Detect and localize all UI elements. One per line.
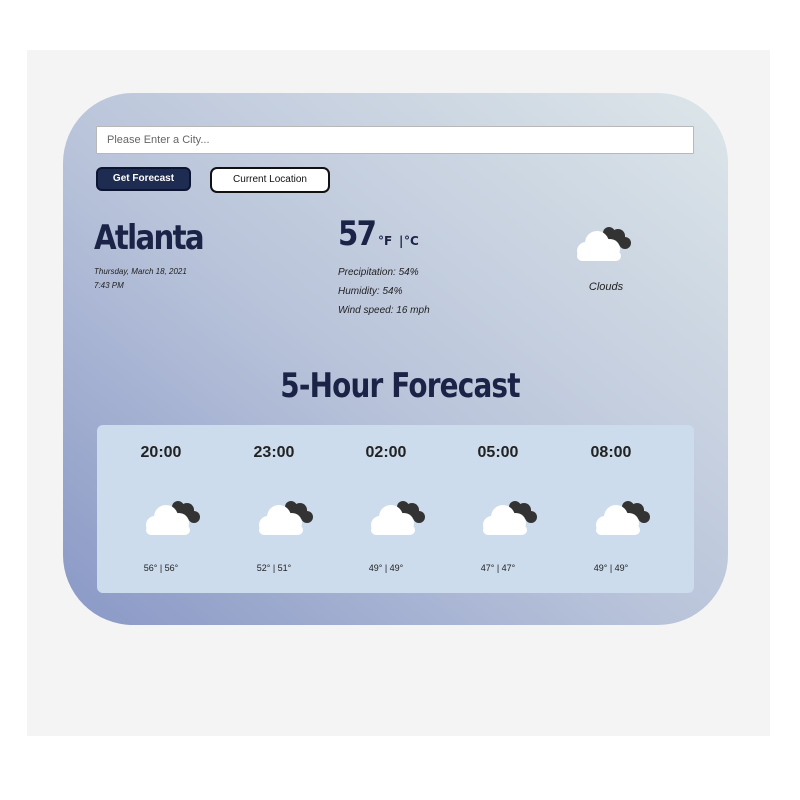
current-date: Thursday, March 18, 2021 <box>94 267 187 276</box>
cloudy-icon <box>483 501 537 535</box>
forecast-hour-temps: 47° | 47° <box>480 563 516 573</box>
forecast-hour-temps: 49° | 49° <box>368 563 404 573</box>
forecast-hour-temps: 56° | 56° <box>143 563 179 573</box>
cloudy-icon <box>146 501 200 535</box>
forecast-hour-time: 02:00 <box>365 444 407 461</box>
forecast-hour-temps: 49° | 49° <box>593 563 629 573</box>
humidity-text: Humidity: 54% <box>338 286 403 297</box>
forecast-hour-time: 05:00 <box>477 444 519 461</box>
celsius-toggle[interactable]: °C <box>404 234 419 248</box>
forecast-hour-time: 23:00 <box>253 444 295 461</box>
cloudy-icon <box>577 227 631 261</box>
forecast-heading: 5-Hour Forecast <box>280 366 520 406</box>
city-search-input[interactable] <box>96 126 694 154</box>
cloudy-icon <box>596 501 650 535</box>
cloudy-icon <box>371 501 425 535</box>
city-name: Atlanta <box>94 218 205 258</box>
cloudy-icon <box>259 501 313 535</box>
unit-separator: | <box>399 234 404 248</box>
fahrenheit-toggle[interactable]: °F <box>378 234 392 248</box>
forecast-hour-time: 08:00 <box>590 444 632 461</box>
current-temperature: 57 <box>338 214 377 254</box>
precipitation-text: Precipitation: 54% <box>338 267 419 278</box>
forecast-hour-time: 20:00 <box>140 444 182 461</box>
get-forecast-button[interactable]: Get Forecast <box>96 167 191 191</box>
current-location-button[interactable]: Current Location <box>210 167 330 193</box>
current-time: 7:43 PM <box>94 281 124 290</box>
wind-speed-text: Wind speed: 16 mph <box>338 305 430 316</box>
weather-condition: Clouds <box>588 281 624 293</box>
forecast-hour-temps: 52° | 51° <box>256 563 292 573</box>
